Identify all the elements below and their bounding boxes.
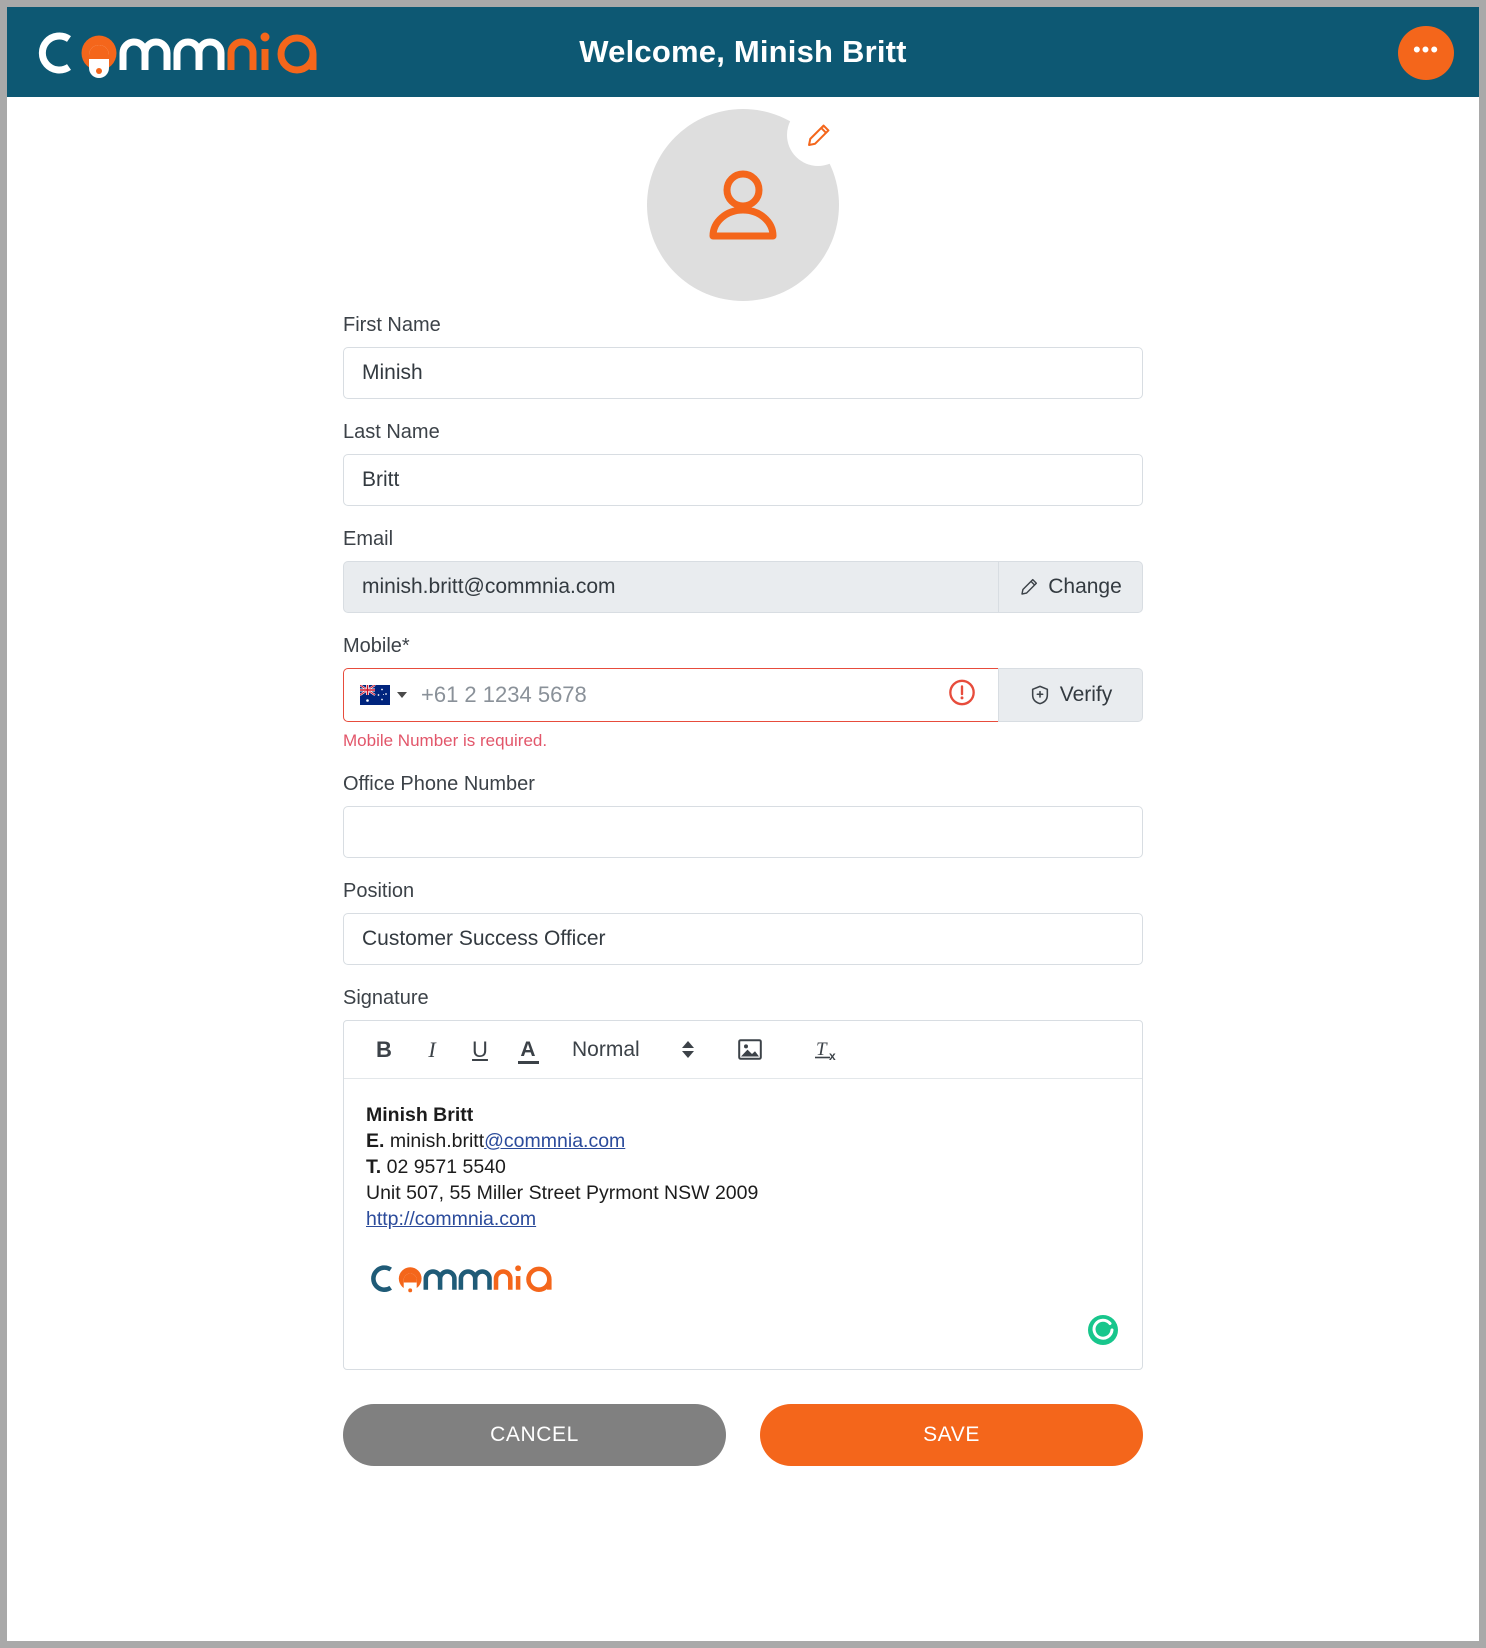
clear-formatting-icon[interactable]: T x (806, 1029, 850, 1071)
signature-email-line: E. minish.britt@commnia.com (366, 1129, 1120, 1155)
mobile-error-message: Mobile Number is required. (343, 731, 548, 750)
signature-phone: 02 9571 5540 (386, 1155, 506, 1178)
office-phone-input[interactable] (343, 806, 1143, 858)
commnia-logo-icon (371, 1264, 552, 1295)
change-email-label: Change (1048, 575, 1122, 598)
signature-phone-line: T. 02 9571 5540 (366, 1155, 1120, 1181)
signature-email-link[interactable]: @commnia.com (484, 1130, 625, 1152)
mobile-input[interactable]: +61 2 1234 5678 (421, 682, 998, 708)
signature-content[interactable]: Minish Britt E. minish.britt@commnia.com… (344, 1079, 1142, 1369)
last-name-label: Last Name (343, 421, 440, 443)
field-first-name: First Name (343, 314, 1143, 399)
signature-logo (366, 1257, 1120, 1304)
editor-toolbar: B I U A Normal T x (344, 1021, 1142, 1079)
last-name-input[interactable] (343, 454, 1143, 506)
field-last-name: Last Name (343, 421, 1143, 506)
pencil-icon (807, 124, 829, 146)
save-button[interactable]: SAVE (760, 1404, 1143, 1466)
mobile-label: Mobile* (343, 635, 410, 657)
avatar[interactable] (647, 104, 849, 301)
country-code-select[interactable] (360, 685, 407, 705)
svg-text:x: x (829, 1049, 836, 1063)
change-email-button[interactable]: Change (998, 561, 1143, 613)
chevron-updown-icon (681, 1041, 694, 1058)
paragraph-style-value: Normal (572, 1037, 640, 1061)
field-mobile: Mobile* +61 2 1234 5678 Verify Mobile Nu… (343, 635, 1143, 751)
australia-flag-icon (360, 685, 390, 705)
exclamation-circle-icon (948, 679, 976, 712)
form-actions: CANCEL SAVE (343, 1404, 1143, 1500)
mobile-input-group: +61 2 1234 5678 Verify (343, 668, 1143, 722)
verify-mobile-button[interactable]: Verify (998, 668, 1143, 722)
page-content: First Name Last Name Email minish.britt@… (7, 97, 1479, 1500)
ellipsis-icon: ••• (1412, 37, 1440, 62)
signature-phone-label: T. (366, 1155, 382, 1178)
profile-page: Welcome, Minish Britt ••• First Name Min… (0, 0, 1486, 1648)
signature-editor: B I U A Normal T x Minish Britt E. minis… (343, 1020, 1143, 1370)
signature-email-plain: minish.britt (389, 1129, 485, 1152)
signature-address: Unit 507, 55 Miller Street Pyrmont NSW 2… (366, 1181, 759, 1204)
chevron-down-icon (397, 692, 407, 698)
office-phone-label: Office Phone Number (343, 773, 535, 795)
edit-avatar-button[interactable] (787, 104, 849, 166)
avatar-section (7, 104, 1479, 314)
position-label: Position (343, 880, 415, 902)
first-name-input[interactable] (343, 347, 1143, 399)
app-header: Welcome, Minish Britt ••• (7, 7, 1479, 97)
first-name-label: First Name (343, 314, 441, 336)
signature-website-line: http://commnia.com (366, 1207, 1120, 1233)
profile-form: First Name Last Name Email minish.britt@… (343, 314, 1143, 1500)
underline-icon[interactable]: U (458, 1029, 502, 1071)
mobile-input-wrapper: +61 2 1234 5678 (343, 668, 998, 722)
italic-icon[interactable]: I (410, 1029, 454, 1071)
commnia-logo-icon (38, 32, 317, 78)
signature-website-link[interactable]: http://commnia.com (366, 1208, 536, 1230)
shield-plus-icon (1031, 685, 1048, 705)
verify-label: Verify (1059, 683, 1113, 706)
email-value: minish.britt@commnia.com (343, 561, 998, 613)
refresh-icon[interactable] (1086, 1313, 1120, 1347)
text-color-glyph: A (520, 1038, 536, 1061)
signature-name: Minish Britt (366, 1104, 474, 1126)
position-input[interactable] (343, 913, 1143, 965)
signature-email-label: E. (366, 1129, 385, 1152)
text-color-icon[interactable]: A (506, 1029, 550, 1071)
text-color-bar (518, 1061, 539, 1064)
cancel-button[interactable]: CANCEL (343, 1404, 726, 1466)
field-office-phone: Office Phone Number (343, 773, 1143, 858)
field-signature: Signature B I U A Normal T x Minish Brit… (343, 987, 1143, 1370)
email-input-group: minish.britt@commnia.com Change (343, 561, 1143, 613)
field-email: Email minish.britt@commnia.com Change (343, 528, 1143, 613)
commnia-logo[interactable] (31, 21, 331, 83)
bold-icon[interactable]: B (362, 1029, 406, 1071)
overflow-menu-button[interactable]: ••• (1398, 26, 1454, 80)
signature-label: Signature (343, 987, 429, 1009)
image-icon[interactable] (728, 1029, 772, 1071)
pencil-icon (1021, 578, 1038, 595)
email-label: Email (343, 528, 394, 550)
person-icon (709, 170, 777, 240)
field-position: Position (343, 880, 1143, 965)
paragraph-style-select[interactable]: Normal (572, 1038, 694, 1062)
